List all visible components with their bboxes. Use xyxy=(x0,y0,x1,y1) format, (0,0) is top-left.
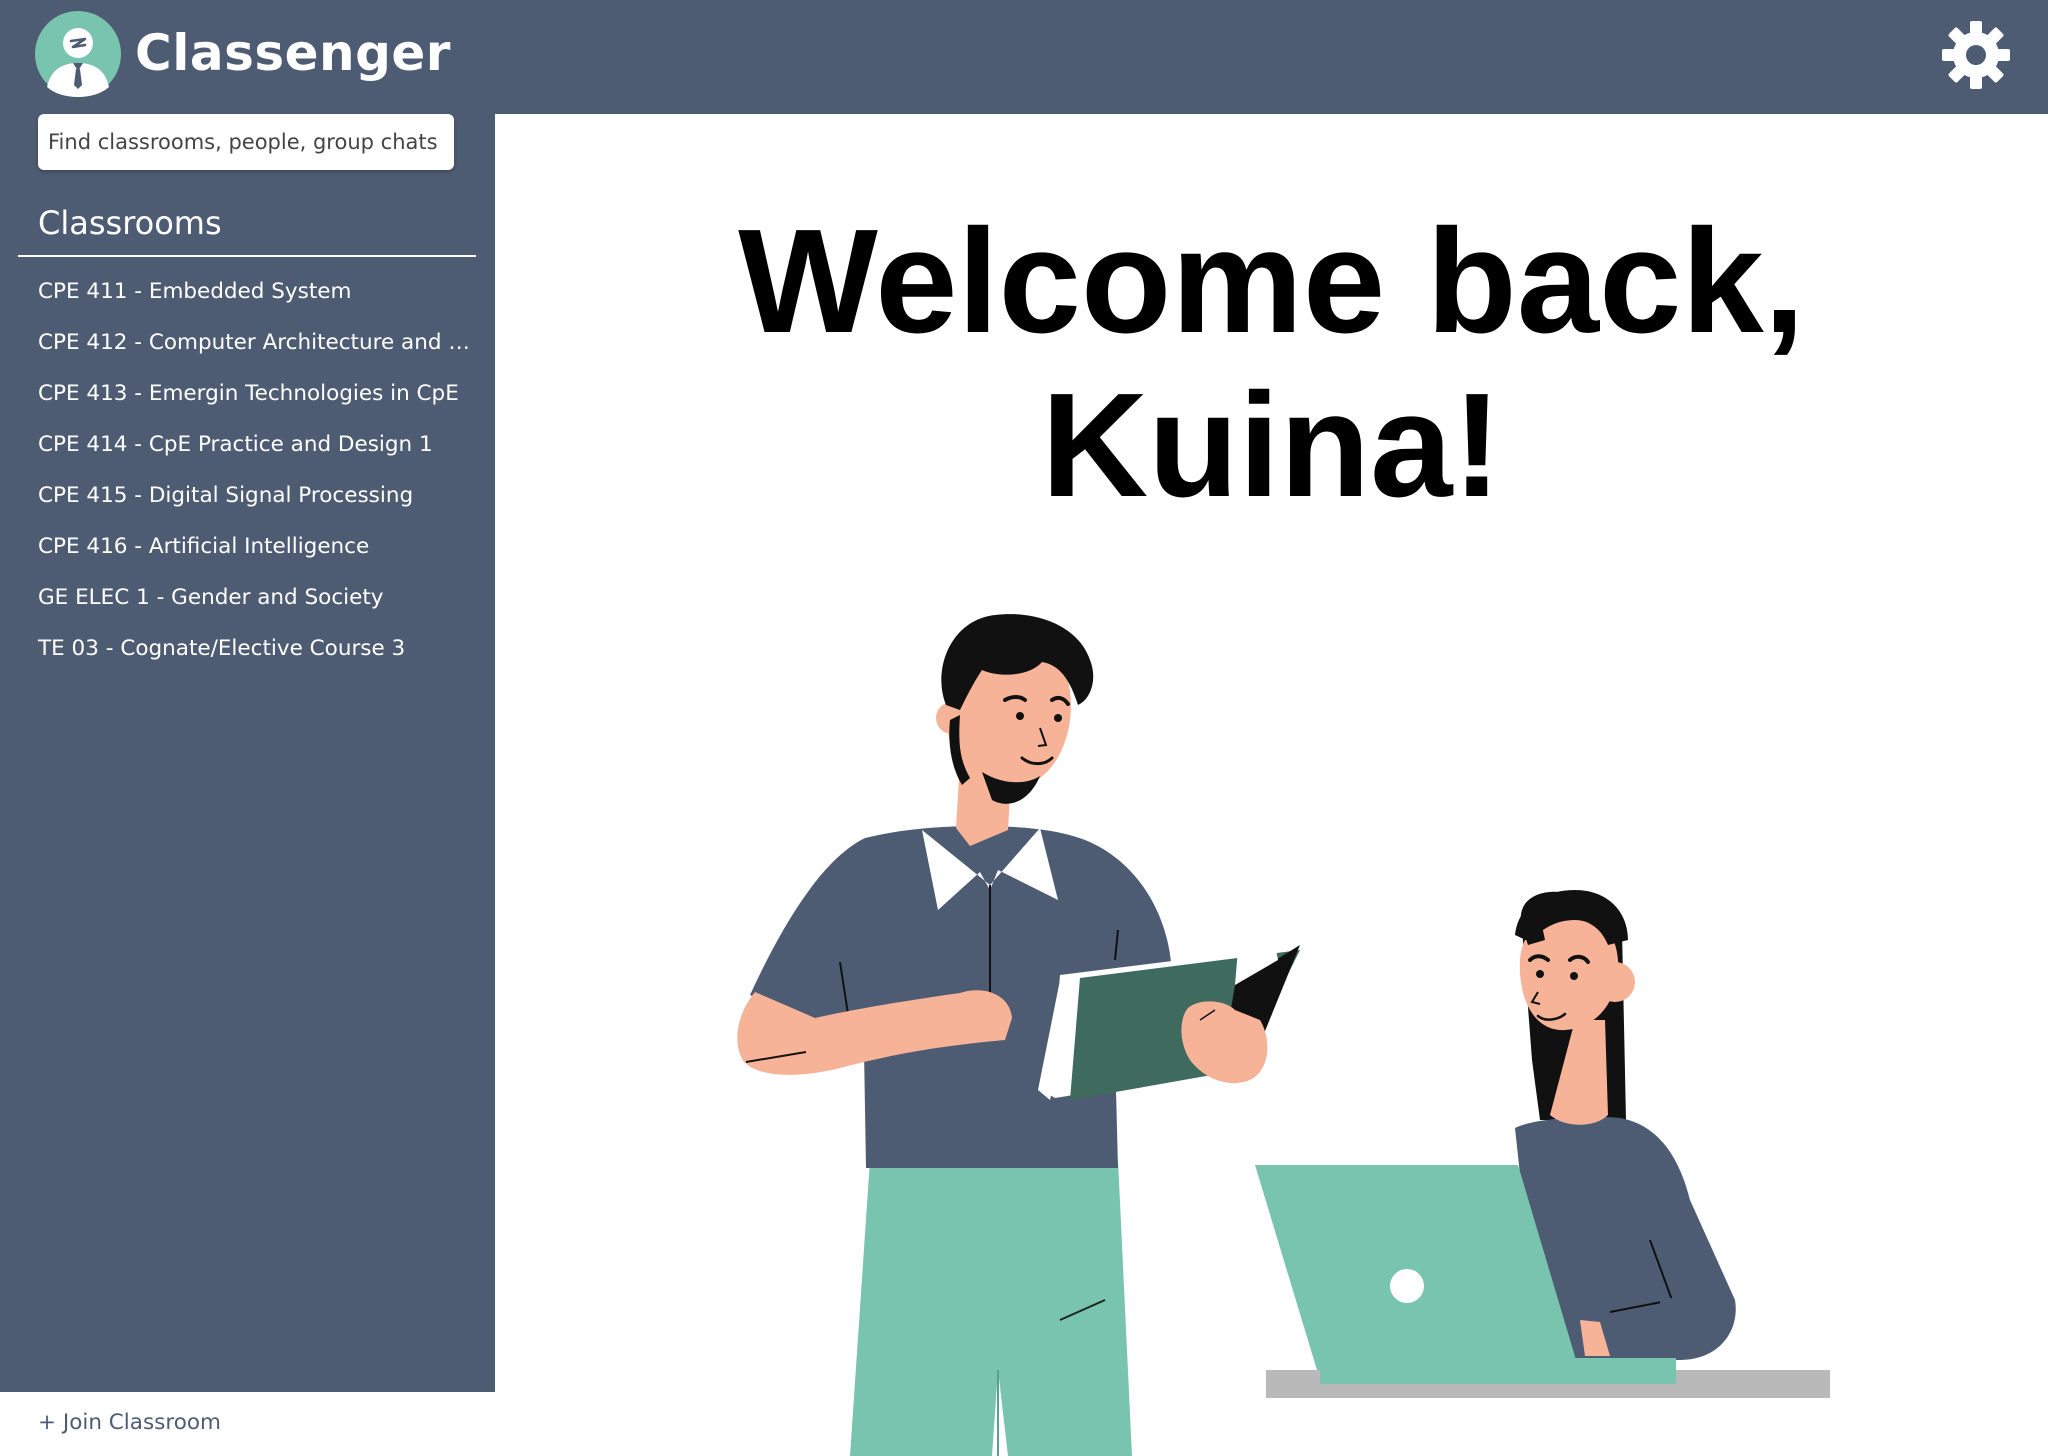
students-studying-illustration-icon xyxy=(737,614,1830,1456)
sidebar-item-ge-elec-1[interactable]: GE ELEC 1 - Gender and Society xyxy=(0,572,478,623)
classrooms-heading: Classrooms xyxy=(38,204,222,242)
gear-icon[interactable] xyxy=(1940,19,2012,91)
join-classroom-link[interactable]: + Join Classroom xyxy=(38,1405,221,1441)
classroom-list: CPE 411 - Embedded System CPE 412 - Comp… xyxy=(0,266,495,674)
sidebar-item-cpe-414[interactable]: CPE 414 - CpE Practice and Design 1 xyxy=(0,419,478,470)
app-window: Classenger Classrooms CPE 411 - Embedded… xyxy=(0,0,2048,1456)
sidebar-item-cpe-412[interactable]: CPE 412 - Computer Architecture and Orga… xyxy=(0,317,478,368)
welcome-line-1: Welcome back, xyxy=(738,199,1805,364)
student-avatar-logo-icon[interactable] xyxy=(35,11,121,97)
standing-student xyxy=(737,614,1300,1456)
search-input[interactable] xyxy=(38,114,454,170)
sidebar-item-cpe-416[interactable]: CPE 416 - Artificial Intelligence xyxy=(0,521,478,572)
sidebar-item-cpe-411[interactable]: CPE 411 - Embedded System xyxy=(0,266,478,317)
welcome-heading: Welcome back, Kuina! xyxy=(495,200,2048,528)
sidebar-item-cpe-413[interactable]: CPE 413 - Emergin Technologies in CpE xyxy=(0,368,478,419)
top-bar: Classenger xyxy=(0,0,2048,114)
seated-student xyxy=(1255,890,1830,1398)
section-divider xyxy=(18,255,476,257)
app-title: Classenger xyxy=(135,24,451,82)
sidebar-item-te-03[interactable]: TE 03 - Cognate/Elective Course 3 xyxy=(0,623,478,674)
welcome-name: Kuina! xyxy=(1041,363,1502,528)
sidebar-item-cpe-415[interactable]: CPE 415 - Digital Signal Processing xyxy=(0,470,478,521)
